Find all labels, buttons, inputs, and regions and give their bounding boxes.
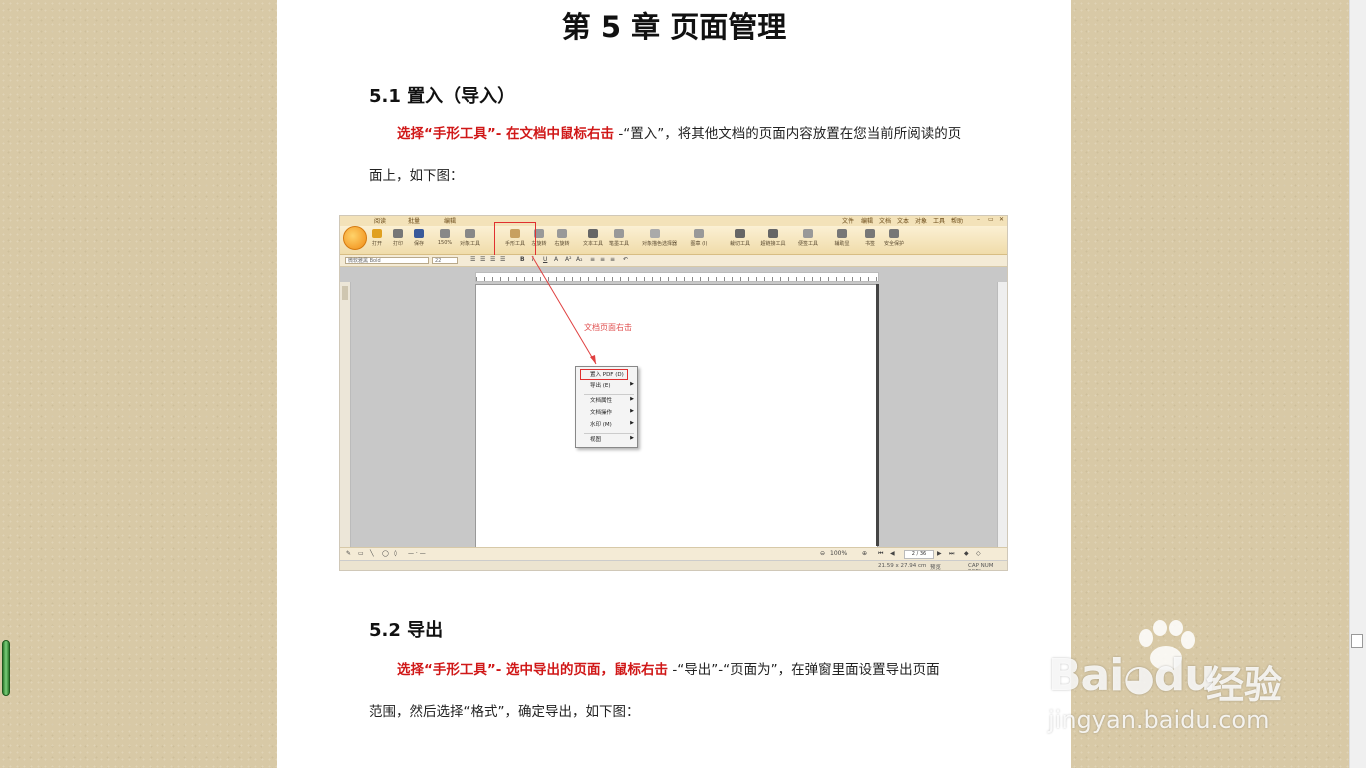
side-handle[interactable] xyxy=(2,640,10,696)
section-import-instruction-line2: 面上，如下图： xyxy=(369,168,464,184)
submenu-arrow-icon: ▶ xyxy=(630,408,634,414)
ellipse-icon[interactable]: ◯ xyxy=(382,550,389,557)
submenu-arrow-icon: ▶ xyxy=(630,420,634,426)
annotation-label: 文档页面右击 xyxy=(584,323,632,332)
scrollbar-thumb[interactable] xyxy=(1351,634,1363,648)
context-menu-item[interactable]: 文档操作 xyxy=(590,408,612,416)
page-size: 21.59 x 27.94 cm xyxy=(878,563,927,569)
context-menu-item[interactable]: 水印 (M) xyxy=(590,420,612,428)
status-bar: 21.59 x 27.94 cm 预览 CAP NUM SCRL xyxy=(340,560,1007,571)
forward-icon[interactable]: ◇ xyxy=(976,550,981,557)
section-heading-export: 5.2 导出 xyxy=(369,620,444,641)
submenu-arrow-icon: ▶ xyxy=(630,381,634,387)
page-indicator[interactable]: 2 / 36 xyxy=(904,550,934,559)
drawing-toolbar: ✎ ▭ ╲ ◯ ◊ — · — ⊖ 100% ⊕ ⏮ ◀ 2 / 36 ▶ ⏭ … xyxy=(340,547,1007,560)
pencil-icon[interactable]: ✎ xyxy=(346,550,351,557)
line-style-icon[interactable]: — · — xyxy=(408,550,426,557)
zoom-icon[interactable]: ⊖ xyxy=(820,550,825,557)
rect-icon[interactable]: ▭ xyxy=(358,550,364,557)
section-import-instruction: 选择“手形工具”- 在文档中鼠标右击 -“置入”，将其他文档的页面内容放置在您当… xyxy=(369,124,1009,144)
context-menu: 置入 PDF (D) 导出 (E) ▶ 文档属性 ▶ 文档操作 ▶ 水印 (M) ▶ 视图 ▶ xyxy=(575,366,638,448)
annotation-arrow xyxy=(531,255,597,365)
instruction-text: -“导出”-“页面为”，在弹窗里面设置导出页面 xyxy=(672,662,940,678)
browser-scrollbar[interactable] xyxy=(1349,0,1366,768)
section-export-instruction-line2: 范围，然后选择“格式”，确定导出，如下图： xyxy=(369,704,640,720)
last-page-icon[interactable]: ⏭ xyxy=(949,550,954,558)
context-menu-item[interactable]: 文档属性 xyxy=(590,396,612,404)
next-page-icon[interactable]: ▶ xyxy=(937,550,942,557)
status-mode: 预览 xyxy=(930,565,942,571)
prev-page-icon[interactable]: ◀ xyxy=(890,550,895,557)
embedded-screenshot: 阅读 批量 编辑 文件 编辑 文档 文本 对象 工具 帮助 – ▭ ✕ 打开 打印… xyxy=(339,215,1008,571)
watermark-brand-cn: 经验 xyxy=(1206,663,1283,707)
watermark-url: jingyan.baidu.com xyxy=(1048,706,1270,734)
section-heading-import: 5.1 置入（导入） xyxy=(369,86,516,107)
zoom-value[interactable]: 100% xyxy=(830,550,847,557)
section-export-instruction: 选择“手形工具”- 选中导出的页面，鼠标右击 -“导出”-“页面为”，在弹窗里面… xyxy=(369,660,1009,680)
submenu-arrow-icon: ▶ xyxy=(630,435,634,441)
context-menu-item[interactable]: 置入 PDF (D) xyxy=(590,370,624,378)
document-page: 第 5 章 页面管理 5.1 置入（导入） 选择“手形工具”- 在文档中鼠标右击… xyxy=(277,0,1071,768)
instruction-highlight: 选择“手形工具”- 在文档中鼠标右击 xyxy=(397,126,615,142)
first-page-icon[interactable]: ⏮ xyxy=(878,550,883,558)
zoom-in-icon[interactable]: ⊕ xyxy=(862,550,867,557)
watermark-brand: Bai◕du xyxy=(1048,650,1216,701)
fill-icon[interactable]: ◊ xyxy=(394,550,397,557)
line-icon[interactable]: ╲ xyxy=(370,550,374,557)
back-icon[interactable]: ◆ xyxy=(964,550,969,557)
instruction-highlight: 选择“手形工具”- 选中导出的页面，鼠标右击 xyxy=(397,662,669,678)
submenu-arrow-icon: ▶ xyxy=(630,396,634,402)
chapter-title: 第 5 章 页面管理 xyxy=(561,10,787,44)
menu-separator xyxy=(584,433,634,434)
context-menu-item[interactable]: 导出 (E) xyxy=(590,381,611,389)
menu-separator xyxy=(584,394,634,395)
instruction-text: -“置入”，将其他文档的页面内容放置在您当前所阅读的页 xyxy=(618,126,962,142)
baidu-watermark: Bai◕du 经验 jingyan.baidu.com xyxy=(1046,620,1306,740)
status-keys: CAP NUM SCRL xyxy=(968,563,994,570)
context-menu-item[interactable]: 视图 xyxy=(590,435,601,443)
